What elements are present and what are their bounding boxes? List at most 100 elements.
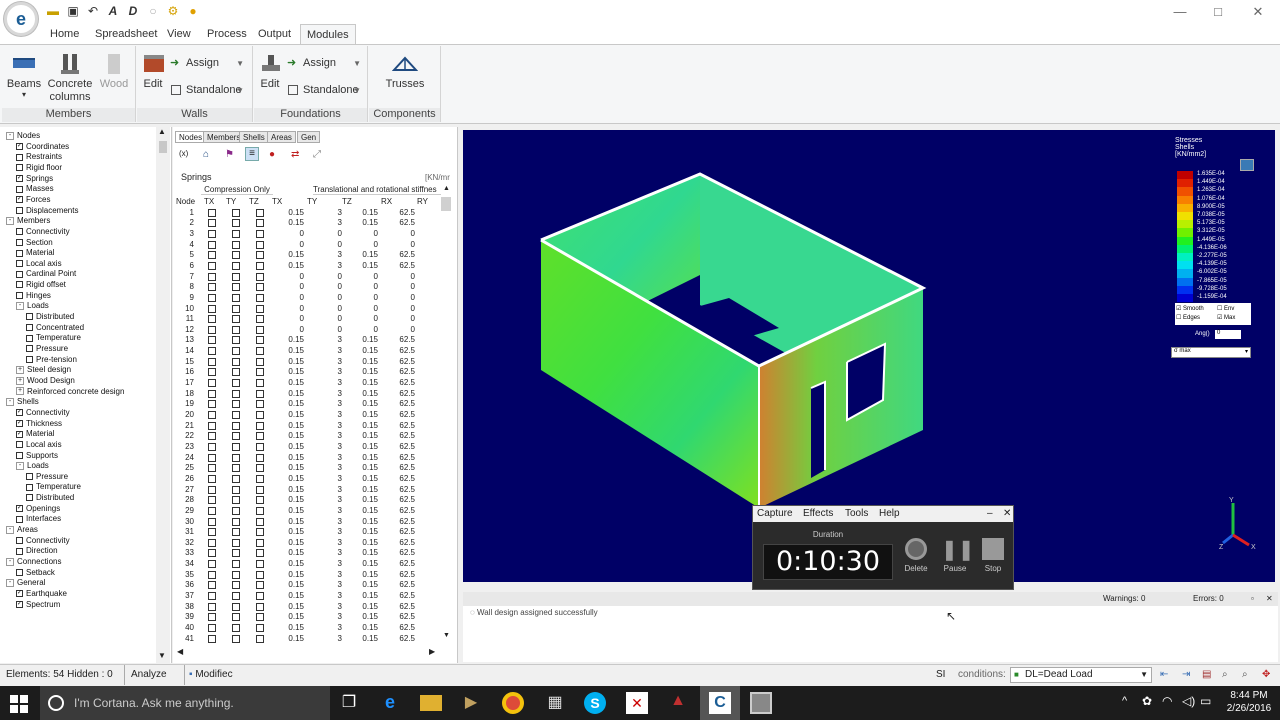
stiffness-cell[interactable]: 0.15 — [342, 570, 378, 580]
stiffness-cell[interactable]: 0.15 — [342, 389, 378, 399]
stiffness-cell[interactable]: 0 — [272, 240, 304, 250]
stiffness-cell[interactable]: 3 — [316, 421, 342, 431]
stiffness-cell[interactable]: 3 — [316, 218, 342, 228]
table-row[interactable]: 80000 — [176, 282, 442, 293]
stiffness-cell[interactable]: 0.15 — [272, 495, 304, 505]
tree-item[interactable]: - Members — [6, 216, 50, 226]
compression-checkbox[interactable] — [208, 570, 216, 579]
table-row[interactable]: 90000 — [176, 293, 442, 304]
column-header[interactable]: TX — [272, 197, 282, 207]
stiffness-cell[interactable]: 0.15 — [272, 485, 304, 495]
table-row[interactable]: 13 0.15 3 0.15 62.5 — [176, 335, 442, 346]
compression-checkbox[interactable] — [232, 347, 240, 356]
table-row[interactable]: 23 0.15 3 0.15 62.5 — [176, 442, 442, 453]
tree-checkbox[interactable] — [16, 281, 23, 289]
compression-checkbox[interactable] — [232, 634, 240, 643]
stiffness-cell[interactable]: 0.15 — [272, 431, 304, 441]
compression-checkbox[interactable] — [208, 219, 216, 228]
tree-item[interactable]: Pressure — [26, 344, 68, 354]
stiffness-cell[interactable]: 3 — [316, 453, 342, 463]
compression-checkbox[interactable] — [256, 453, 264, 462]
compression-checkbox[interactable] — [256, 485, 264, 494]
scroll-right-icon[interactable]: ▶ — [429, 647, 435, 656]
compression-checkbox[interactable] — [208, 442, 216, 451]
recorder-minimize-icon[interactable]: – — [987, 506, 993, 522]
stiffness-cell[interactable]: 62.5 — [381, 580, 415, 590]
menu-effects[interactable]: Effects — [803, 506, 833, 522]
table-row[interactable]: 21 0.15 3 0.15 62.5 — [176, 421, 442, 432]
tree-item[interactable]: Pressure — [26, 472, 68, 482]
stiffness-cell[interactable]: 3 — [316, 474, 342, 484]
compression-checkbox[interactable] — [232, 208, 240, 217]
stiffness-cell[interactable]: 0.15 — [342, 580, 378, 590]
stiffness-cell[interactable]: 62.5 — [381, 602, 415, 612]
table-row[interactable]: 32 0.15 3 0.15 62.5 — [176, 538, 442, 549]
stiffness-cell[interactable]: 0.15 — [342, 261, 378, 271]
filter-icon[interactable]: ⚑ — [225, 149, 234, 160]
stiffness-cell[interactable]: 0.15 — [272, 208, 304, 218]
table-row[interactable]: 36 0.15 3 0.15 62.5 — [176, 580, 442, 591]
compression-checkbox[interactable] — [232, 602, 240, 611]
table-row[interactable]: 33 0.15 3 0.15 62.5 — [176, 548, 442, 559]
tree-item[interactable]: ✓ Spectrum — [16, 600, 60, 610]
compression-checkbox[interactable] — [232, 528, 240, 537]
table-row[interactable]: 30 0.15 3 0.15 62.5 — [176, 517, 442, 528]
walls-standalone-dropdown[interactable]: Standalone ▼ — [167, 81, 247, 99]
stiffness-cell[interactable]: 0.15 — [342, 410, 378, 420]
tree-item[interactable]: + Steel design — [16, 365, 71, 375]
compression-checkbox[interactable] — [208, 528, 216, 537]
expand-toggle-icon[interactable]: - — [16, 462, 24, 471]
table-row[interactable]: 5 0.15 3 0.15 62.5 — [176, 250, 442, 261]
stiffness-cell[interactable]: 0.15 — [272, 559, 304, 569]
chrome-icon[interactable] — [502, 692, 524, 714]
stiffness-cell[interactable]: 0 — [316, 314, 342, 324]
stiffness-cell[interactable]: 62.5 — [381, 559, 415, 569]
compression-checkbox[interactable] — [256, 208, 264, 217]
tree-item[interactable]: Interfaces — [16, 514, 61, 524]
tree-item[interactable]: - Loads — [16, 301, 49, 311]
tree-checkbox[interactable] — [16, 164, 23, 172]
table-row[interactable]: 37 0.15 3 0.15 62.5 — [176, 591, 442, 602]
errors-count[interactable]: Errors: 0 — [1193, 592, 1224, 606]
stiffness-cell[interactable]: 0.15 — [342, 250, 378, 260]
tree-item[interactable]: Temperature — [26, 333, 81, 343]
stiffness-cell[interactable]: 0.15 — [342, 485, 378, 495]
app-window-icon[interactable] — [750, 692, 772, 714]
compression-checkbox[interactable] — [256, 347, 264, 356]
expand-toggle-icon[interactable]: - — [6, 131, 14, 140]
stiffness-cell[interactable]: 0.15 — [342, 517, 378, 527]
tree-item[interactable]: Rigid offset — [16, 280, 66, 290]
zoom-icon[interactable]: ⌕ — [1222, 665, 1228, 685]
stiffness-cell[interactable]: 62.5 — [381, 527, 415, 537]
stiffness-cell[interactable]: 62.5 — [381, 357, 415, 367]
table-row[interactable]: 28 0.15 3 0.15 62.5 — [176, 495, 442, 506]
tree-item[interactable]: + Reinforced concrete design — [16, 387, 124, 397]
tab-spreadsheet[interactable]: Spreadsheet — [89, 24, 163, 44]
stiffness-cell[interactable]: 62.5 — [381, 208, 415, 218]
expand-toggle-icon[interactable]: - — [16, 302, 24, 311]
expand-toggle-icon[interactable]: - — [6, 557, 14, 566]
column-header[interactable]: TY — [307, 197, 317, 207]
compression-checkbox[interactable] — [232, 624, 240, 632]
compression-checkbox[interactable] — [232, 304, 240, 313]
tree-checkbox[interactable] — [16, 515, 23, 523]
concrete-columns-button[interactable]: Concrete columns — [46, 52, 94, 104]
table-row[interactable]: 1 0.15 3 0.15 62.5 — [176, 208, 442, 219]
compression-checkbox[interactable] — [208, 592, 216, 601]
stiffness-cell[interactable]: 0.15 — [342, 218, 378, 228]
stiffness-cell[interactable]: 62.5 — [381, 442, 415, 452]
compression-checkbox[interactable] — [232, 261, 240, 270]
table-row[interactable]: 35 0.15 3 0.15 62.5 — [176, 570, 442, 581]
stiffness-cell[interactable]: 0.15 — [342, 634, 378, 644]
print-icon[interactable]: ▤ — [1202, 665, 1211, 685]
compression-checkbox[interactable] — [208, 208, 216, 217]
stiffness-cell[interactable]: 0 — [316, 229, 342, 239]
compression-checkbox[interactable] — [232, 560, 240, 569]
save-icon[interactable]: ▣ — [66, 4, 80, 18]
tree-checkbox[interactable] — [16, 153, 23, 161]
stiffness-cell[interactable]: 0.15 — [272, 548, 304, 558]
compression-checkbox[interactable] — [232, 379, 240, 388]
stiffness-cell[interactable]: 0.15 — [272, 612, 304, 622]
compression-checkbox[interactable] — [208, 304, 216, 313]
table-row[interactable]: 20 0.15 3 0.15 62.5 — [176, 410, 442, 421]
